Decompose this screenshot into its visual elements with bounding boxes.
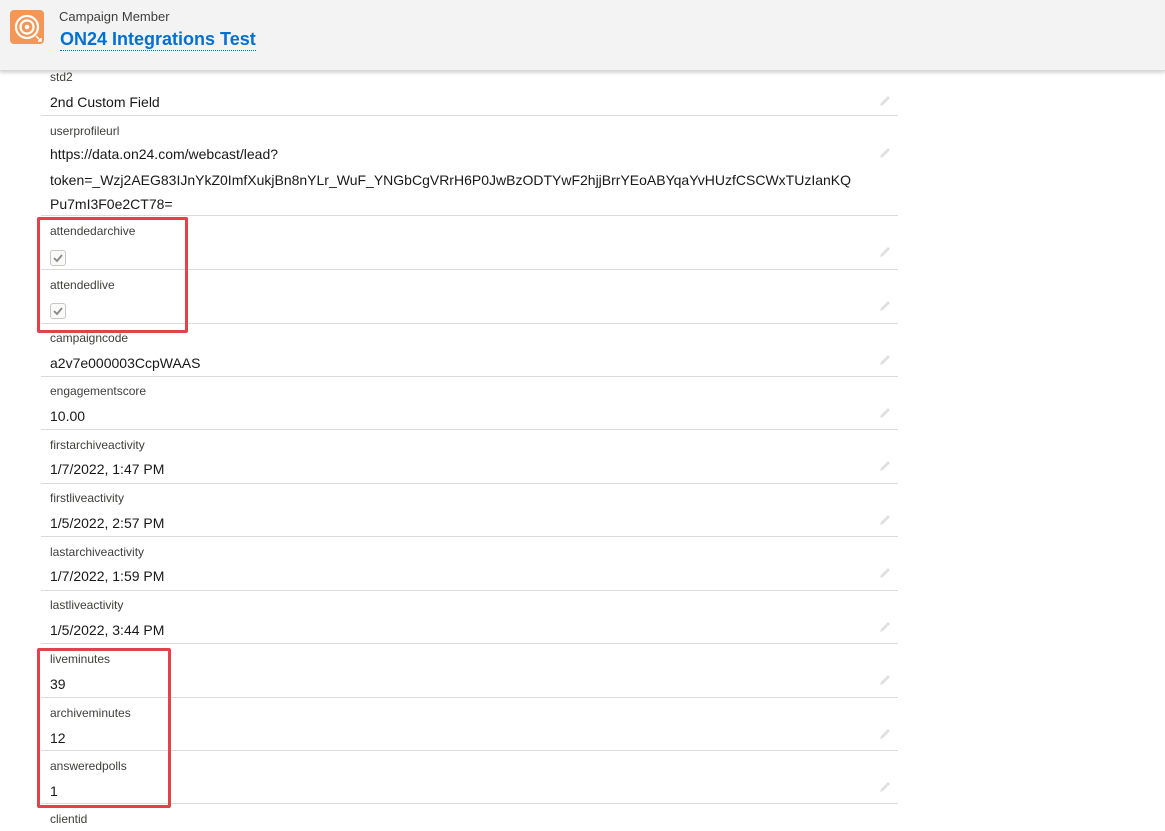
field-label: clientid: [50, 812, 88, 826]
field-list: std2 2nd Custom Field userprofileurl htt…: [0, 0, 1165, 831]
edit-pencil-icon[interactable]: [878, 566, 892, 580]
edit-pencil-icon[interactable]: [878, 513, 892, 527]
field-firstliveactivity: firstliveactivity 1/5/2022, 2:57 PM: [41, 483, 898, 537]
record-header: Campaign Member ON24 Integrations Test: [0, 0, 1165, 71]
campaign-target-icon: [10, 10, 44, 44]
field-value: 2nd Custom Field: [50, 94, 160, 110]
field-label: lastarchiveactivity: [50, 545, 145, 559]
field-value: 1/5/2022, 2:57 PM: [50, 515, 165, 531]
field-lastarchiveactivity: lastarchiveactivity 1/7/2022, 1:59 PM: [41, 536, 898, 591]
object-type-label: Campaign Member: [59, 9, 170, 24]
field-label: engagementscore: [50, 384, 147, 398]
field-value: a2v7e000003CcpWAAS: [50, 355, 201, 371]
edit-pencil-icon[interactable]: [878, 94, 892, 108]
field-value: 1/7/2022, 1:59 PM: [50, 568, 165, 584]
field-label: campaigncode: [50, 331, 129, 345]
edit-pencil-icon[interactable]: [878, 299, 892, 313]
edit-pencil-icon[interactable]: [878, 673, 892, 687]
edit-pencil-icon[interactable]: [878, 146, 892, 160]
edit-pencil-icon[interactable]: [878, 353, 892, 367]
field-value-line: https://data.on24.com/webcast/lead?: [50, 146, 279, 162]
field-firstarchiveactivity: firstarchiveactivity 1/7/2022, 1:47 PM: [41, 429, 898, 484]
field-value-line: token=_Wzj2AEG83IJnYkZ0ImfXukjBn8nYLr_Wu…: [50, 172, 852, 188]
field-label: lastliveactivity: [50, 598, 124, 612]
highlight-box-minutes-polls: [37, 648, 171, 808]
edit-pencil-icon[interactable]: [878, 780, 892, 794]
field-value: 10.00: [50, 408, 86, 424]
field-label: userprofileurl: [50, 124, 120, 138]
highlight-box-checkboxes: [37, 217, 188, 333]
edit-pencil-icon[interactable]: [878, 459, 892, 473]
field-engagementscore: engagementscore 10.00: [41, 376, 898, 430]
field-value-line: Pu7mI3F0e2CT78=: [50, 196, 173, 212]
edit-pencil-icon[interactable]: [878, 406, 892, 420]
field-label: firstliveactivity: [50, 491, 125, 505]
field-value: 1/5/2022, 3:44 PM: [50, 622, 165, 638]
edit-pencil-icon[interactable]: [878, 245, 892, 259]
record-title-link[interactable]: ON24 Integrations Test: [60, 28, 256, 51]
field-lastliveactivity: lastliveactivity 1/5/2022, 3:44 PM: [41, 590, 898, 644]
field-label: firstarchiveactivity: [50, 438, 145, 452]
field-value: 1/7/2022, 1:47 PM: [50, 461, 165, 477]
field-userprofileurl: userprofileurl https://data.on24.com/web…: [41, 115, 898, 216]
field-label: std2: [50, 70, 73, 84]
edit-pencil-icon[interactable]: [878, 727, 892, 741]
edit-pencil-icon[interactable]: [878, 620, 892, 634]
